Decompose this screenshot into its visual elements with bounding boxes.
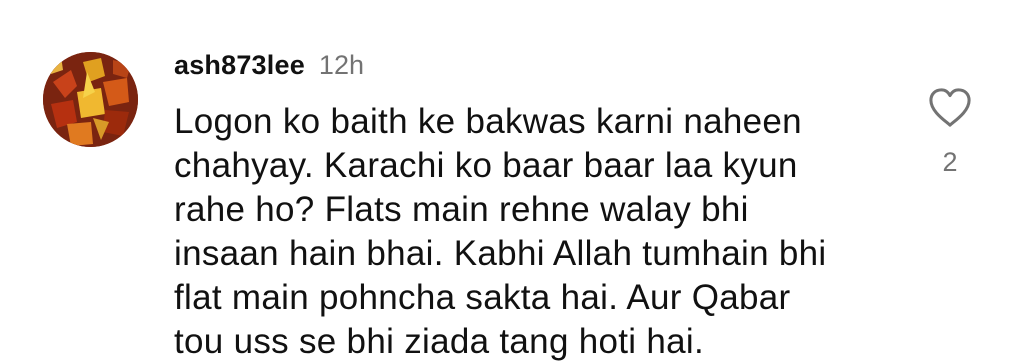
comment-text-line: Logon ko baith ke bakwas karni naheen — [174, 102, 802, 141]
like-control: 2 — [922, 87, 978, 178]
heart-outline-icon[interactable] — [927, 87, 973, 129]
autumn-leaves-avatar-icon — [43, 52, 138, 147]
comment-text-line: chahyay. Karachi ko baar baar laa kyun — [174, 146, 798, 185]
comment-text-line: flat main pohncha sakta hai. Aur Qabar — [174, 278, 791, 317]
comment-text: Logon ko baith ke bakwas karni naheen ch… — [174, 100, 894, 364]
timestamp: 12h — [318, 50, 364, 80]
avatar[interactable] — [43, 52, 138, 147]
comment-text-line: insaan hain bhai. Kabhi Allah tumhain bh… — [174, 234, 827, 273]
username-link[interactable]: ash873lee — [174, 50, 305, 81]
comment: ash873lee 12h Logon ko baith ke bakwas k… — [0, 0, 1024, 361]
comment-meta: ash873lee 12h — [174, 50, 364, 84]
like-count[interactable]: 2 — [942, 147, 957, 178]
comment-text-line: tou uss se bhi ziada tang hoti hai. — [174, 322, 705, 361]
comment-text-line: rahe ho? Flats main rehne walay bhi — [174, 190, 749, 229]
